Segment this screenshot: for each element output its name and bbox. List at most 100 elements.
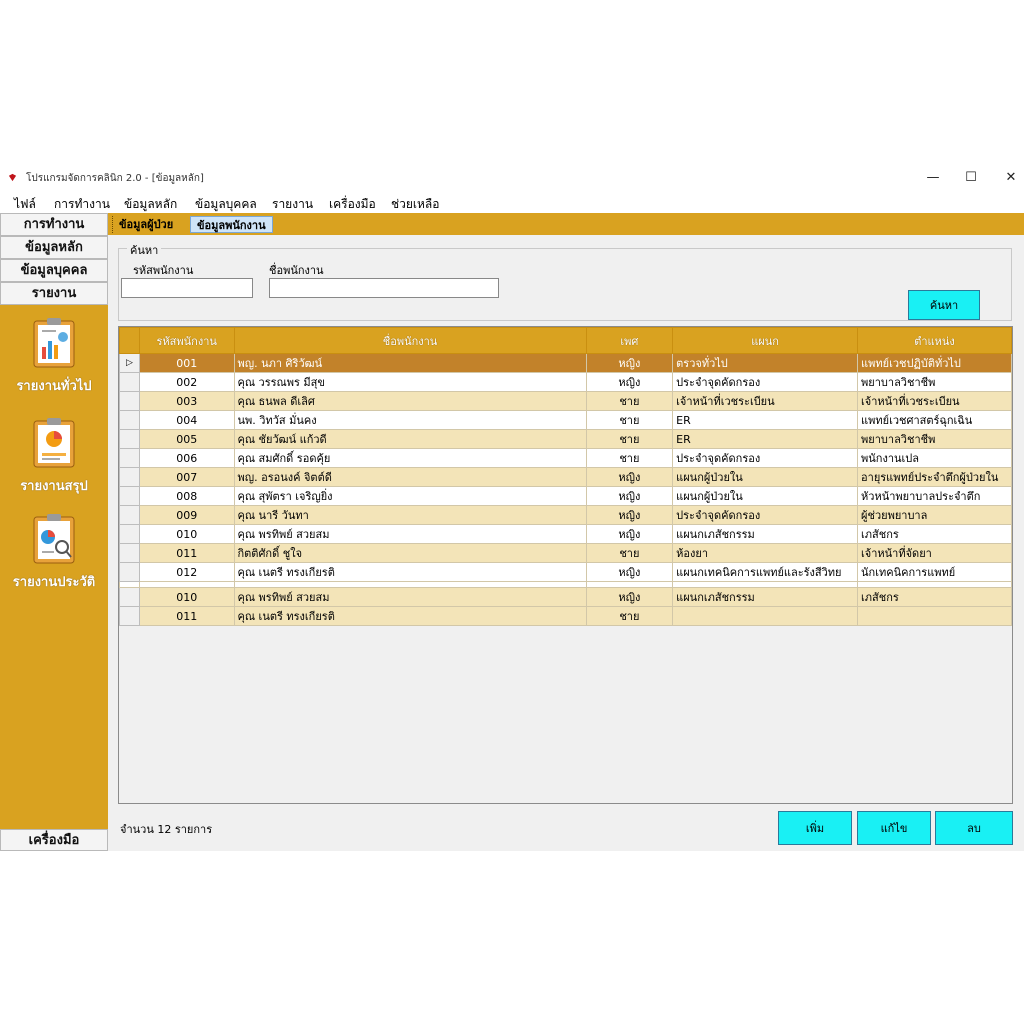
cell-position: เจ้าหน้าที่เวชระเบียน <box>857 391 1012 411</box>
tab-strip: ข้อมูลผู้ป่วย ข้อมูลพนักงาน <box>108 213 1024 235</box>
row-selector[interactable] <box>119 467 140 487</box>
table-row[interactable]: ▷ 001 พญ. นภา ศิริวัฒน์ หญิง ตรวจทั่วไป แพทย์… <box>119 353 1012 373</box>
cell-employee-code: 001 <box>138 353 235 373</box>
add-button[interactable]: เพิ่ม <box>778 811 852 845</box>
cell-employee-code: 012 <box>138 562 235 582</box>
cell-employee-code: 010 <box>138 524 235 544</box>
table-row[interactable]: 011 คุณ เนตรี ทรงเกียรติ ชาย <box>119 606 1012 626</box>
employee-code-input[interactable] <box>121 278 253 298</box>
row-selector[interactable] <box>119 372 140 392</box>
row-selector-arrow-icon[interactable]: ▷ <box>119 353 140 373</box>
app-window: โปรแกรมจัดการคลินิก 2.0 - [ข้อมูลหลัก] —… <box>0 165 1024 851</box>
sidebar-reports-button[interactable]: รายงาน <box>0 282 108 305</box>
header-gender[interactable]: เพศ <box>585 327 674 354</box>
cell-position: พนักงานเปล <box>857 448 1012 468</box>
table-row[interactable]: 006 คุณ สมศักดิ์ รอดคุ้ย ชาย ประจำจุดคัดกรอ… <box>119 448 1012 468</box>
tab-employee-data[interactable]: ข้อมูลพนักงาน <box>190 216 273 233</box>
cell-employee-code: 004 <box>138 410 235 430</box>
employee-grid: รหัสพนักงาน ชื่อพนักงาน เพศ แผนก ตำแหน่ง… <box>118 326 1013 804</box>
table-row[interactable]: 004 นพ. วิทวัส มั่นคง ชาย ER แพทย์เวชศาสตร์ฉ… <box>119 410 1012 430</box>
cell-employee-name: คุณ สุพัตรา เจริญยิ่ง <box>233 486 587 506</box>
cell-employee-code: 003 <box>138 391 235 411</box>
cell-position: แพทย์เวชศาสตร์ฉุกเฉิน <box>857 410 1012 430</box>
cell-employee-code: 006 <box>138 448 235 468</box>
cell-department: เจ้าหน้าที่เวชระเบียน <box>672 391 859 411</box>
row-selector[interactable] <box>119 543 140 563</box>
sidebar-master-data-button[interactable]: ข้อมูลหลัก <box>0 236 108 259</box>
table-row[interactable]: 005 คุณ ชัยวัฒน์ แก้วดี ชาย ER พยาบาลวิชาชีพ <box>119 429 1012 449</box>
sidebar-personnel-button[interactable]: ข้อมูลบุคคล <box>0 259 108 282</box>
cell-employee-code: 008 <box>138 486 235 506</box>
table-row[interactable]: 008 คุณ สุพัตรา เจริญยิ่ง หญิง แผนกผู้ป่วยใ… <box>119 486 1012 506</box>
row-selector[interactable] <box>119 391 140 411</box>
cell-department: ER <box>672 410 859 430</box>
table-row[interactable]: 002 คุณ วรรณพร มีสุข หญิง ประจำจุดคัดกรอง พย… <box>119 372 1012 392</box>
cell-employee-code: 009 <box>138 505 235 525</box>
record-count: จำนวน 12 รายการ <box>120 823 213 836</box>
general-report-icon <box>33 318 75 368</box>
header-position[interactable]: ตำแหน่ง <box>857 327 1012 354</box>
cell-position: นักเทคนิคการแพทย์ <box>857 562 1012 582</box>
cell-employee-code: 007 <box>138 467 235 487</box>
cell-position: เภสัชกร <box>857 587 1012 607</box>
table-row[interactable]: 007 พญ. อรอนงค์ จิตต์ดี หญิง แผนกผู้ป่วยในอ… <box>119 467 1012 487</box>
cell-gender: หญิง <box>585 587 674 607</box>
cell-position <box>857 606 1012 626</box>
menu-bar: ไฟล์ การทำงาน ข้อมูลหลัก ข้อมูลบุคคล ราย… <box>0 191 1024 213</box>
sidebar-operations-button[interactable]: การทำงาน <box>0 213 108 236</box>
table-row[interactable]: 012 คุณ เนตรี ทรงเกียรติ หญิง แผนกเทคนิคการ… <box>119 562 1012 582</box>
cell-employee-name: คุณ ธนพล ดีเลิศ <box>233 391 587 411</box>
cell-position: อายุรแพทย์ประจำตึกผู้ป่วยใน <box>857 467 1012 487</box>
cell-employee-name: คุณ ชัยวัฒน์ แก้วดี <box>233 429 587 449</box>
cell-employee-code: 002 <box>138 372 235 392</box>
cell-employee-code: 011 <box>138 543 235 563</box>
delete-button[interactable]: ลบ <box>935 811 1013 845</box>
table-row[interactable]: 011 กิตติศักดิ์ ชูใจ ชาย ห้องยา เจ้าหน้าที่จ… <box>119 543 1012 563</box>
cell-gender: หญิง <box>585 353 674 373</box>
cell-gender: หญิง <box>585 562 674 582</box>
table-row[interactable]: 009 คุณ นารี วันทา หญิง ประจำจุดคัดกรอง ผู้ช… <box>119 505 1012 525</box>
row-selector[interactable] <box>119 505 140 525</box>
header-employee-code[interactable]: รหัสพนักงาน <box>138 327 235 354</box>
cell-position: พยาบาลวิชาชีพ <box>857 372 1012 392</box>
row-selector[interactable] <box>119 429 140 449</box>
cell-department: ตรวจทั่วไป <box>672 353 859 373</box>
cell-employee-name: คุณ พรทิพย์ สวยสม <box>233 587 587 607</box>
employee-name-input[interactable] <box>269 278 499 298</box>
minimize-button[interactable]: — <box>918 168 948 188</box>
cell-employee-name: คุณ เนตรี ทรงเกียรติ <box>233 562 587 582</box>
cell-department: แผนกผู้ป่วยใน <box>672 486 859 506</box>
table-row[interactable]: 003 คุณ ธนพล ดีเลิศ ชาย เจ้าหน้าที่เวชระเบี… <box>119 391 1012 411</box>
row-selector[interactable] <box>119 486 140 506</box>
row-selector[interactable] <box>119 448 140 468</box>
row-selector[interactable] <box>119 410 140 430</box>
cell-department: ประจำจุดคัดกรอง <box>672 505 859 525</box>
employee-code-label: รหัสพนักงาน <box>133 264 194 277</box>
sidebar: การทำงาน ข้อมูลหลัก ข้อมูลบุคคล รายงาน ร… <box>0 213 108 851</box>
cell-department: ประจำจุดคัดกรอง <box>672 372 859 392</box>
cell-position: เจ้าหน้าที่จัดยา <box>857 543 1012 563</box>
row-selector[interactable] <box>119 606 140 626</box>
table-row[interactable]: 010 คุณ พรทิพย์ สวยสม หญิง แผนกเภสัชกรรม เภส… <box>119 524 1012 544</box>
cell-department <box>672 606 859 626</box>
sidebar-tools-button[interactable]: เครื่องมือ <box>0 829 108 851</box>
employee-name-label: ชื่อพนักงาน <box>269 264 324 277</box>
tab-patient-data[interactable]: ข้อมูลผู้ป่วย <box>112 216 179 233</box>
row-selector[interactable] <box>119 587 140 607</box>
table-row[interactable]: 010 คุณ พรทิพย์ สวยสม หญิง แผนกเภสัชกรรม เภส… <box>119 587 1012 607</box>
cell-gender: ชาย <box>585 606 674 626</box>
history-report-item[interactable]: รายงานประวัติ <box>0 513 108 592</box>
edit-button[interactable]: แก้ไข <box>857 811 931 845</box>
close-button[interactable]: ✕ <box>996 168 1024 188</box>
summary-report-item[interactable]: รายงานสรุป <box>0 417 108 496</box>
search-button[interactable]: ค้นหา <box>908 290 980 320</box>
row-selector[interactable] <box>119 562 140 582</box>
header-department[interactable]: แผนก <box>672 327 859 354</box>
window-title: โปรแกรมจัดการคลินิก 2.0 - [ข้อมูลหลัก] <box>26 173 204 184</box>
maximize-button[interactable]: ☐ <box>956 168 986 188</box>
general-report-item[interactable]: รายงานทั่วไป <box>0 317 108 396</box>
row-selector[interactable] <box>119 524 140 544</box>
cell-employee-code: 011 <box>138 606 235 626</box>
cell-employee-code: 010 <box>138 587 235 607</box>
header-employee-name[interactable]: ชื่อพนักงาน <box>233 327 587 354</box>
